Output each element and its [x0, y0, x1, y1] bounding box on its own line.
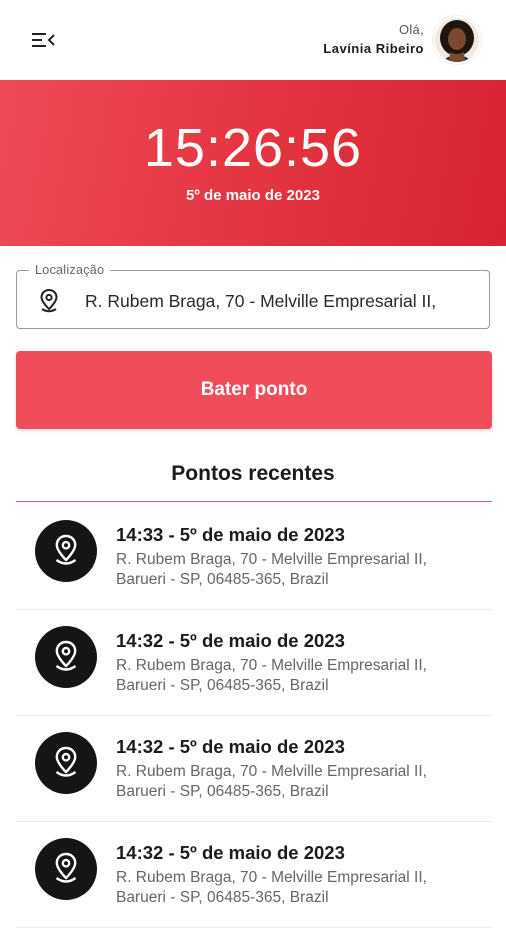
- list-item[interactable]: 14:33 - 5º de maio de 2023 R. Rubem Brag…: [16, 504, 492, 610]
- clock-banner: 15:26:56 5º de maio de 2023: [0, 80, 506, 246]
- list-item[interactable]: 14:32 - 5º de maio de 2023 R. Rubem Brag…: [16, 822, 492, 928]
- menu-collapse-icon[interactable]: [30, 28, 58, 52]
- punch-address: R. Rubem Braga, 70 - Melville Empresaria…: [116, 657, 427, 694]
- punch-address: R. Rubem Braga, 70 - Melville Empresaria…: [116, 763, 427, 800]
- recent-punches-title: Pontos recentes: [171, 462, 335, 485]
- current-time: 15:26:56: [143, 118, 363, 178]
- punch-time: 14:32 - 5º de maio de 2023: [116, 842, 345, 863]
- location-value: R. Rubem Braga, 70 - Melville Empresaria…: [85, 291, 437, 311]
- current-date: 5º de maio de 2023: [186, 187, 320, 204]
- section-divider: [16, 501, 492, 502]
- recent-punches-list: 14:33 - 5º de maio de 2023 R. Rubem Brag…: [0, 504, 506, 928]
- punch-address: R. Rubem Braga, 70 - Melville Empresaria…: [116, 869, 427, 906]
- user-name: Lavínia Ribeiro: [323, 41, 424, 56]
- location-pin-icon: [35, 520, 97, 582]
- location-pin-icon: [35, 732, 97, 794]
- avatar[interactable]: [433, 16, 481, 64]
- punch-address: R. Rubem Braga, 70 - Melville Empresaria…: [116, 551, 427, 588]
- location-pin-icon: [37, 288, 61, 314]
- greeting-text: Olá,: [398, 22, 424, 37]
- user-greeting: Olá, Lavínia Ribeiro: [323, 21, 424, 59]
- punch-time: 14:32 - 5º de maio de 2023: [116, 630, 345, 651]
- location-pin-icon: [35, 626, 97, 688]
- location-pin-icon: [35, 838, 97, 900]
- location-field[interactable]: Localização R. Rubem Braga, 70 - Melvill…: [16, 261, 490, 329]
- punch-clock-button[interactable]: Bater ponto: [16, 351, 492, 429]
- list-item[interactable]: 14:32 - 5º de maio de 2023 R. Rubem Brag…: [16, 716, 492, 822]
- app-header: Olá, Lavínia Ribeiro: [0, 0, 506, 80]
- punch-time: 14:32 - 5º de maio de 2023: [116, 736, 345, 757]
- punch-time: 14:33 - 5º de maio de 2023: [116, 524, 345, 545]
- location-label: Localização: [29, 261, 111, 279]
- list-item[interactable]: 14:32 - 5º de maio de 2023 R. Rubem Brag…: [16, 610, 492, 716]
